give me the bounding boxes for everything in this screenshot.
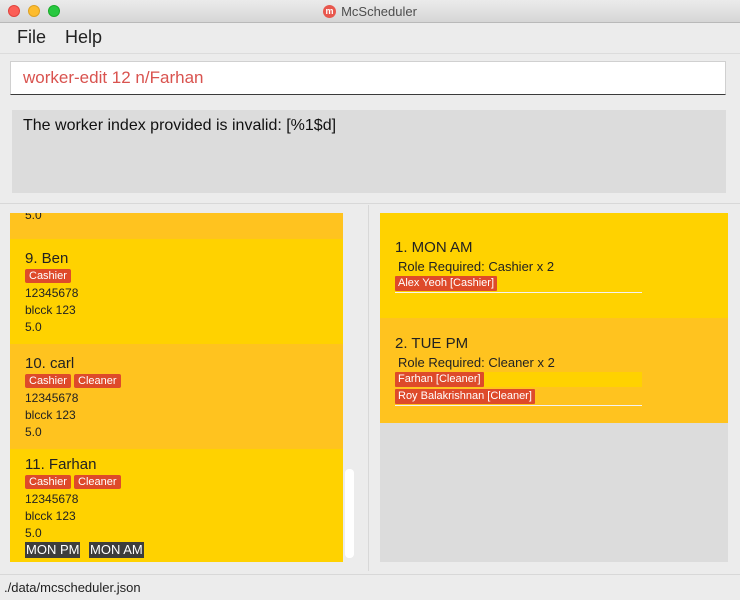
availability-tag: MON AM: [89, 542, 144, 558]
worker-card[interactable]: 5.0: [10, 213, 343, 239]
worker-phone: 12345678: [25, 391, 79, 405]
worker-list-scrollbar[interactable]: [345, 469, 354, 558]
shift-card[interactable]: 2. TUE PM Role Required: Cleaner x 2 Far…: [380, 318, 728, 423]
worker-card[interactable]: 9. Ben Cashier 12345678 blcck 123 5.0: [10, 239, 343, 344]
pane-divider: [0, 203, 740, 204]
app-logo-icon: m: [323, 4, 337, 18]
assignment-tag: Roy Balakrishnan [Cleaner]: [395, 389, 535, 404]
command-input[interactable]: worker-edit 12 n/Farhan: [10, 61, 726, 95]
worker-pay: 5.0: [25, 320, 42, 334]
role-tag: Cashier: [25, 374, 71, 388]
status-bar: ./data/mcscheduler.json: [0, 574, 740, 600]
command-input-text: worker-edit 12 n/Farhan: [23, 68, 204, 87]
role-tag: Cashier: [25, 475, 71, 489]
role-tag: Cashier: [25, 269, 71, 283]
window-title-text: McScheduler: [341, 3, 417, 19]
worker-list[interactable]: 5.0 9. Ben Cashier 12345678 blcck 123 5.…: [10, 213, 343, 562]
worker-card[interactable]: 10. carl Cashier Cleaner 12345678 blcck …: [10, 344, 343, 449]
worker-card[interactable]: 11. Farhan Cashier Cleaner 12345678 blcc…: [10, 449, 343, 562]
split-divider[interactable]: [368, 205, 369, 571]
assignment-divider: [395, 292, 642, 293]
worker-name: 11. Farhan: [25, 456, 97, 473]
shift-list[interactable]: 1. MON AM Role Required: Cashier x 2 Ale…: [380, 213, 728, 562]
assignment-tag: Alex Yeoh [Cashier]: [395, 276, 498, 291]
role-tag: Cleaner: [74, 475, 121, 489]
shift-title: 1. MON AM: [395, 239, 473, 256]
shift-card[interactable]: 1. MON AM Role Required: Cashier x 2 Ale…: [380, 213, 728, 318]
result-text: The worker index provided is invalid: [%…: [23, 117, 337, 134]
command-area: worker-edit 12 n/Farhan: [0, 55, 740, 102]
worker-pay: 5.0: [25, 425, 42, 439]
worker-pay: 5.0: [25, 213, 42, 222]
role-tag: Cleaner: [74, 374, 121, 388]
shift-role-required: Role Required: Cashier x 2: [398, 259, 555, 274]
menu-file[interactable]: File: [17, 27, 46, 48]
menu-bar: File Help: [0, 23, 740, 54]
menu-help[interactable]: Help: [65, 27, 102, 48]
worker-address: blcck 123: [25, 509, 76, 523]
worker-address: blcck 123: [25, 408, 76, 422]
shift-role-required: Role Required: Cleaner x 2: [398, 355, 555, 370]
worker-phone: 12345678: [25, 286, 79, 300]
result-display: The worker index provided is invalid: [%…: [12, 110, 726, 193]
worker-name: 9. Ben: [25, 250, 69, 267]
worker-pay: 5.0: [25, 526, 42, 540]
worker-name: 10. carl: [25, 355, 75, 372]
save-location: ./data/mcscheduler.json: [4, 580, 141, 595]
availability-tag: MON PM: [25, 542, 81, 558]
title-bar: m McScheduler: [0, 0, 740, 23]
assignment-divider: [395, 405, 642, 406]
worker-phone: 12345678: [25, 492, 79, 506]
window-title: m McScheduler: [0, 0, 740, 22]
worker-address: blcck 123: [25, 303, 76, 317]
assignment-tag: Farhan [Cleaner]: [395, 372, 484, 387]
shift-title: 2. TUE PM: [395, 335, 469, 352]
